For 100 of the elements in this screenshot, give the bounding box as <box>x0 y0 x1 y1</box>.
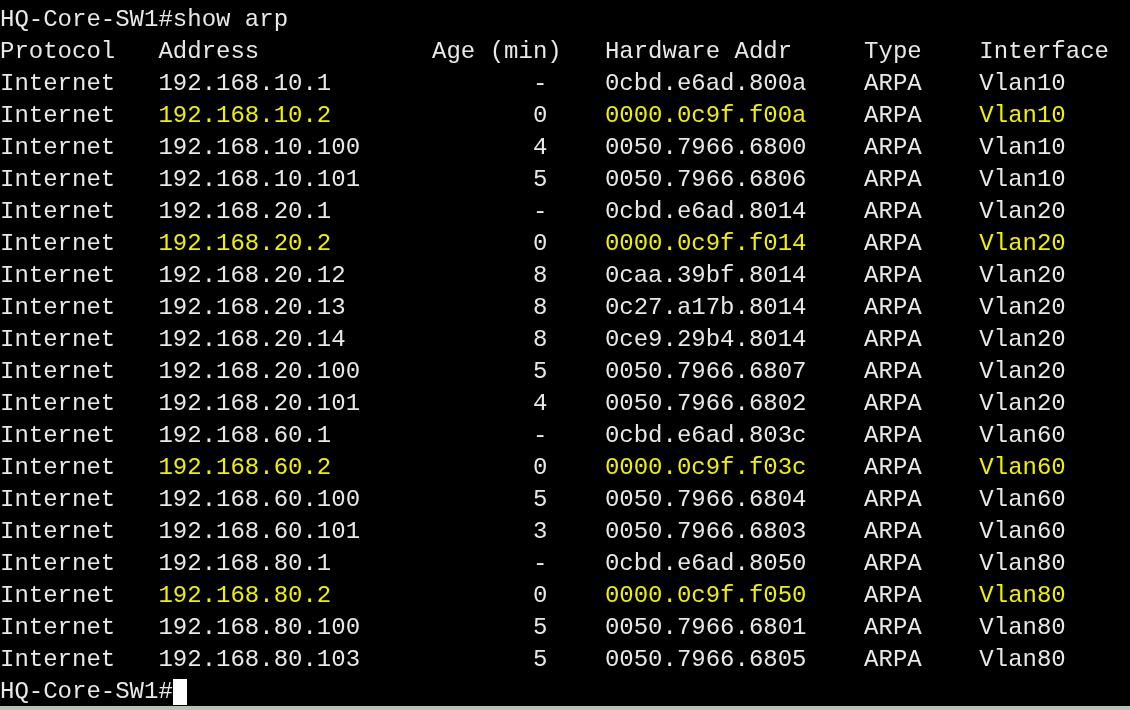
table-cell-text: Vlan60 <box>979 421 1067 451</box>
table-cell-text: Internet <box>0 133 117 163</box>
table-cell-text: Internet <box>0 421 117 451</box>
table-cell-text: 192.168.20.12 <box>158 261 347 291</box>
table-cell-text: ARPA <box>864 357 923 387</box>
table-cell-text: - <box>531 69 549 99</box>
table-cell-text: 0050.7966.6800 <box>604 133 808 163</box>
table-cell-text: Vlan10 <box>979 165 1067 195</box>
table-cell-text: ARPA <box>864 517 923 547</box>
table-cell-text: 3 <box>531 517 549 547</box>
table-cell-text: 5 <box>531 645 549 675</box>
table-cell-text: 0 <box>531 229 549 259</box>
table-cell-text: 0000.0c9f.f03c <box>604 453 808 483</box>
table-cell-text: 5 <box>531 485 549 515</box>
table-cell-text: Vlan80 <box>979 645 1067 675</box>
table-cell-text: 0050.7966.6803 <box>604 517 808 547</box>
table-cell-text: 0000.0c9f.f00a <box>604 101 808 131</box>
table-cell-text: Vlan20 <box>979 229 1067 259</box>
table-cell-text: 0050.7966.6804 <box>604 485 808 515</box>
table-cell-text: 192.168.10.2 <box>158 101 333 131</box>
table-cell-text: 4 <box>531 133 549 163</box>
table-cell-text: 192.168.60.101 <box>158 517 362 547</box>
table-cell-text: Vlan60 <box>979 453 1067 483</box>
table-cell-text: - <box>531 197 549 227</box>
table-cell-text: 0cbd.e6ad.8050 <box>604 549 808 579</box>
table-cell-text: - <box>531 421 549 451</box>
table-cell-text: 0cbd.e6ad.803c <box>604 421 808 451</box>
table-cell-text: 192.168.10.100 <box>158 133 362 163</box>
column-header: Type <box>864 37 923 67</box>
table-cell-text: 0000.0c9f.f014 <box>604 229 808 259</box>
table-cell-text: Vlan20 <box>979 197 1067 227</box>
table-cell-text: Internet <box>0 197 117 227</box>
table-cell-text: Vlan80 <box>979 613 1067 643</box>
column-header: Hardware Addr <box>604 37 794 67</box>
table-cell-text: Internet <box>0 389 117 419</box>
table-cell-text: ARPA <box>864 261 923 291</box>
table-cell-text: ARPA <box>864 325 923 355</box>
table-cell-text: ARPA <box>864 293 923 323</box>
table-cell-text: Vlan10 <box>979 69 1067 99</box>
table-cell-text: 0caa.39bf.8014 <box>604 261 808 291</box>
table-cell-text: ARPA <box>864 485 923 515</box>
table-cell-text: Vlan20 <box>979 293 1067 323</box>
table-cell-text: 192.168.80.103 <box>158 645 362 675</box>
table-cell-text: Internet <box>0 453 117 483</box>
table-cell-text: 8 <box>531 293 549 323</box>
table-cell-text: 0050.7966.6805 <box>604 645 808 675</box>
table-cell-text: Internet <box>0 357 117 387</box>
table-cell-text: Vlan20 <box>979 389 1067 419</box>
table-cell-text: Internet <box>0 229 117 259</box>
table-cell-text: ARPA <box>864 229 923 259</box>
table-cell-text: 8 <box>531 325 549 355</box>
column-header: Interface <box>979 37 1110 67</box>
table-cell-text: 0 <box>531 581 549 611</box>
table-cell-text: Internet <box>0 613 117 643</box>
table-cell-text: Internet <box>0 165 117 195</box>
table-cell-text: ARPA <box>864 421 923 451</box>
table-cell-text: ARPA <box>864 645 923 675</box>
table-cell-text: 192.168.60.100 <box>158 485 362 515</box>
table-cell-text: Vlan20 <box>979 357 1067 387</box>
table-cell-text: Vlan60 <box>979 517 1067 547</box>
table-cell-text: Internet <box>0 261 117 291</box>
table-cell-text: ARPA <box>864 613 923 643</box>
column-header: Protocol <box>0 37 117 67</box>
table-cell-text: 0050.7966.6806 <box>604 165 808 195</box>
column-header: Age (min) <box>432 37 562 67</box>
table-cell-text: - <box>531 549 549 579</box>
table-cell-text: 5 <box>531 165 549 195</box>
table-cell-text: Internet <box>0 517 117 547</box>
table-cell-text: Internet <box>0 485 117 515</box>
table-cell-text: Internet <box>0 101 117 131</box>
table-cell-text: Internet <box>0 293 117 323</box>
table-cell-text: 5 <box>531 357 549 387</box>
table-cell-text: 4 <box>531 389 549 419</box>
table-cell-text: ARPA <box>864 581 923 611</box>
table-cell-text: Vlan60 <box>979 485 1067 515</box>
table-cell-text: 192.168.20.13 <box>158 293 347 323</box>
table-cell-text: Internet <box>0 325 117 355</box>
table-cell-text: Vlan80 <box>979 581 1067 611</box>
table-cell-text: 192.168.10.101 <box>158 165 362 195</box>
table-cell-text: Internet <box>0 645 117 675</box>
table-cell-text: ARPA <box>864 389 923 419</box>
table-cell-text: Vlan10 <box>979 101 1067 131</box>
table-cell-text: ARPA <box>864 69 923 99</box>
table-cell-text: 5 <box>531 613 549 643</box>
table-cell-text: Vlan10 <box>979 133 1067 163</box>
table-cell-text: 192.168.80.1 <box>158 549 333 579</box>
table-cell-text: 192.168.80.2 <box>158 581 333 611</box>
table-cell-text: 0c27.a17b.8014 <box>604 293 808 323</box>
column-header: Address <box>158 37 261 67</box>
table-cell-text: 192.168.60.2 <box>158 453 333 483</box>
prompt: HQ-Core-SW1# <box>0 677 173 707</box>
table-cell-text: 0 <box>531 453 549 483</box>
table-cell-text: 0050.7966.6802 <box>604 389 808 419</box>
table-cell-text: 192.168.80.100 <box>158 613 362 643</box>
table-cell-text: 192.168.20.100 <box>158 357 362 387</box>
table-cell-text: Internet <box>0 69 117 99</box>
table-cell-text: ARPA <box>864 165 923 195</box>
table-cell-text: 0050.7966.6801 <box>604 613 808 643</box>
table-cell-text: ARPA <box>864 549 923 579</box>
table-cell-text: Internet <box>0 581 117 611</box>
